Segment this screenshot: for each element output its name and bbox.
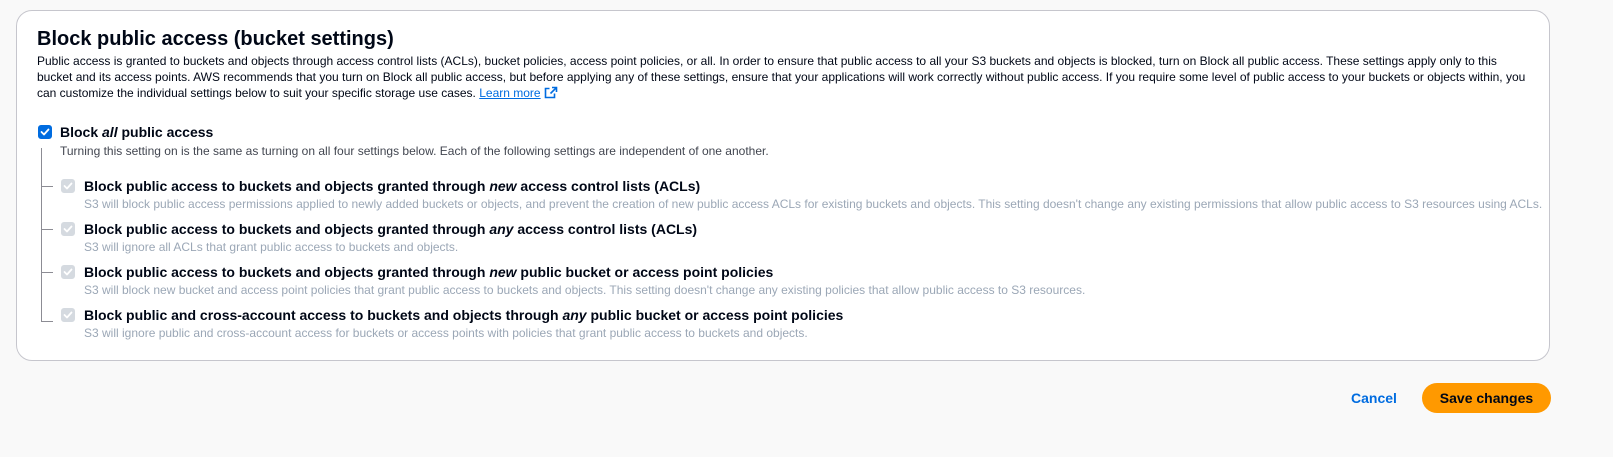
- setting-label-after: public bucket or access point policies: [516, 264, 774, 280]
- setting-new-policies-label[interactable]: Block public access to buckets and objec…: [84, 263, 773, 281]
- block-all-label-after: public access: [117, 124, 214, 140]
- block-all-checkbox[interactable]: [38, 125, 52, 139]
- tree-branch-1: [41, 186, 53, 187]
- setting-label-emphasis: new: [489, 178, 517, 194]
- setting-any-acls-label[interactable]: Block public access to buckets and objec…: [84, 220, 697, 238]
- setting-label-after: access control lists (ACLs): [513, 221, 698, 237]
- tree-branch-4: [41, 321, 53, 322]
- setting-label-emphasis: any: [562, 307, 587, 323]
- tree-branch-3: [41, 272, 53, 273]
- setting-label-before: Block public and cross-account access to…: [84, 307, 563, 323]
- learn-more-label: Learn more: [479, 86, 541, 100]
- setting-label-before: Block public access to buckets and objec…: [84, 221, 490, 237]
- setting-any-policies-description: S3 will ignore public and cross-account …: [84, 326, 808, 340]
- setting-new-acls-checkbox[interactable]: [61, 179, 75, 193]
- checkmark-icon: [63, 268, 73, 276]
- tree-branch-2: [41, 229, 53, 230]
- panel-description: Public access is granted to buckets and …: [37, 53, 1533, 103]
- save-changes-button[interactable]: Save changes: [1422, 383, 1551, 413]
- setting-label-before: Block public access to buckets and objec…: [84, 178, 490, 194]
- learn-more-link[interactable]: Learn more: [479, 86, 557, 100]
- panel-title: Block public access (bucket settings): [37, 28, 394, 50]
- checkmark-icon: [63, 225, 73, 233]
- checkmark-icon: [63, 182, 73, 190]
- setting-label-emphasis: any: [489, 221, 514, 237]
- panel-description-text: Public access is granted to buckets and …: [37, 54, 1526, 100]
- checkmark-icon: [63, 311, 73, 319]
- setting-new-acls-label[interactable]: Block public access to buckets and objec…: [84, 177, 700, 195]
- setting-new-policies-description: S3 will block new bucket and access poin…: [84, 283, 1086, 297]
- setting-new-policies-checkbox[interactable]: [61, 265, 75, 279]
- setting-any-acls-checkbox[interactable]: [61, 222, 75, 236]
- setting-any-acls-description: S3 will ignore all ACLs that grant publi…: [84, 240, 459, 254]
- setting-any-policies-label[interactable]: Block public and cross-account access to…: [84, 306, 843, 324]
- setting-any-policies-checkbox[interactable]: [61, 308, 75, 322]
- block-all-label-emphasis: all: [102, 124, 118, 140]
- block-all-description: Turning this setting on is the same as t…: [60, 144, 769, 158]
- external-link-icon: [544, 86, 558, 103]
- setting-label-after: public bucket or access point policies: [586, 307, 844, 323]
- setting-label-after: access control lists (ACLs): [516, 178, 701, 194]
- block-all-label[interactable]: Block all public access: [60, 123, 213, 141]
- tree-connector-line: [41, 148, 42, 322]
- setting-label-before: Block public access to buckets and objec…: [84, 264, 490, 280]
- setting-label-emphasis: new: [489, 264, 517, 280]
- block-all-label-before: Block: [60, 124, 103, 140]
- checkmark-icon: [40, 128, 50, 136]
- block-public-access-panel: Block public access (bucket settings) Pu…: [16, 10, 1550, 361]
- setting-new-acls-description: S3 will block public access permissions …: [84, 197, 1543, 211]
- cancel-button[interactable]: Cancel: [1351, 390, 1397, 406]
